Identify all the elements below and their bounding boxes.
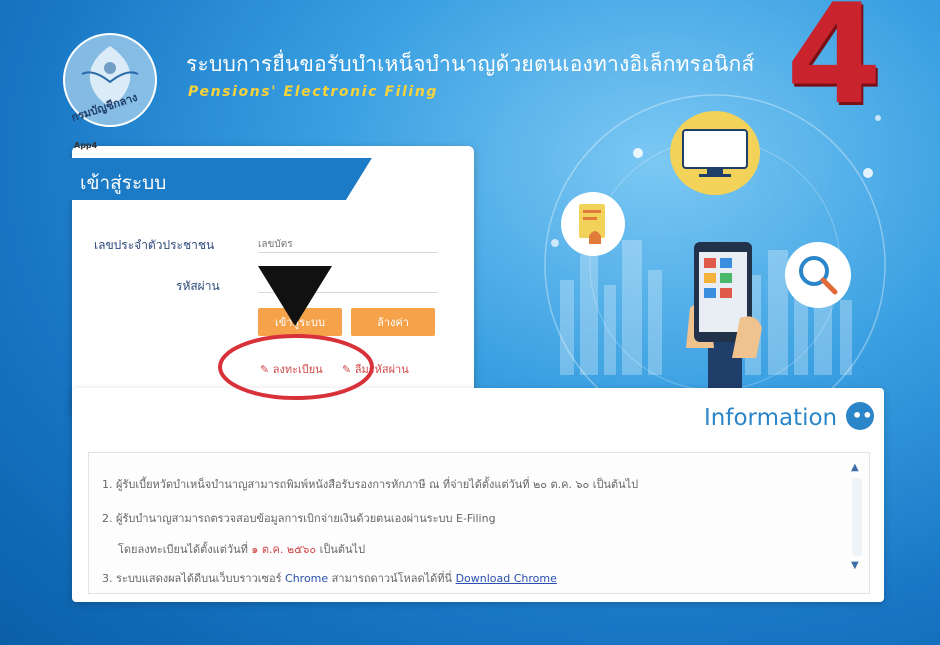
register-link-label: ลงทะเบียน bbox=[272, 363, 323, 376]
clear-button[interactable]: ล้างค่า bbox=[351, 308, 435, 336]
edit-icon: ✎ bbox=[342, 363, 352, 376]
notice-item: 1. ผู้รับเบี้ยหวัดบำเหน็จบำนาญสามารถพิมพ… bbox=[102, 478, 639, 491]
login-button[interactable]: เข้าสู่ระบบ bbox=[258, 308, 342, 336]
download-chrome-link[interactable]: Download Chrome bbox=[456, 572, 557, 585]
password-input[interactable] bbox=[258, 276, 438, 293]
citizen-id-label: เลขประจำตัวประชาชน bbox=[94, 238, 215, 252]
password-label: รหัสผ่าน bbox=[176, 279, 220, 293]
scroll-down-icon[interactable]: ▼ bbox=[851, 560, 859, 571]
notice-date-highlight: ๑ ต.ค. ๒๕๖๐ bbox=[251, 543, 317, 556]
step-number-badge: 4 bbox=[786, 0, 883, 135]
chrome-browser-link[interactable]: Chrome bbox=[285, 572, 328, 585]
forgot-password-label: ลืมรหัสผ่าน bbox=[354, 363, 409, 376]
notice-item: 3. ระบบแสดงผลได้ดีบนเว็บบราวเซอร์ Chrome… bbox=[102, 572, 557, 585]
notice-item: โดยลงทะเบียนได้ตั้งแต่วันที่ ๑ ต.ค. ๒๕๖๐… bbox=[118, 543, 366, 556]
notice-scrollbar[interactable] bbox=[852, 478, 862, 556]
citizen-id-input[interactable] bbox=[258, 236, 438, 253]
system-title: ระบบการยื่นขอรับบำเหน็จบำนาญด้วยตนเองทาง… bbox=[186, 52, 755, 76]
smartphone-icon bbox=[686, 242, 762, 390]
search-icon bbox=[785, 242, 851, 308]
pension-efiling-screen: กรมบัญชีกลาง ระบบการยื่นขอรับบำเหน็จบำนา… bbox=[0, 0, 940, 645]
edit-icon: ✎ bbox=[260, 363, 270, 376]
chat-bubble-dots: ••• bbox=[852, 406, 883, 425]
system-subtitle: Pensions' Electronic Filing bbox=[188, 84, 439, 100]
forgot-password-link[interactable]: ✎ ลืมรหัสผ่าน bbox=[342, 360, 409, 378]
card-tag: App4 bbox=[74, 141, 98, 150]
notice-item: 2. ผู้รับบำนาญสามารถตรวจสอบข้อมูลการเบิก… bbox=[102, 512, 496, 525]
scroll-up-icon[interactable]: ▲ bbox=[851, 462, 859, 473]
document-icon bbox=[561, 192, 625, 256]
monitor-icon bbox=[670, 111, 760, 195]
information-title: Information bbox=[704, 405, 838, 431]
register-link[interactable]: ✎ ลงทะเบียน bbox=[260, 360, 323, 378]
login-title: เข้าสู่ระบบ bbox=[80, 172, 167, 194]
